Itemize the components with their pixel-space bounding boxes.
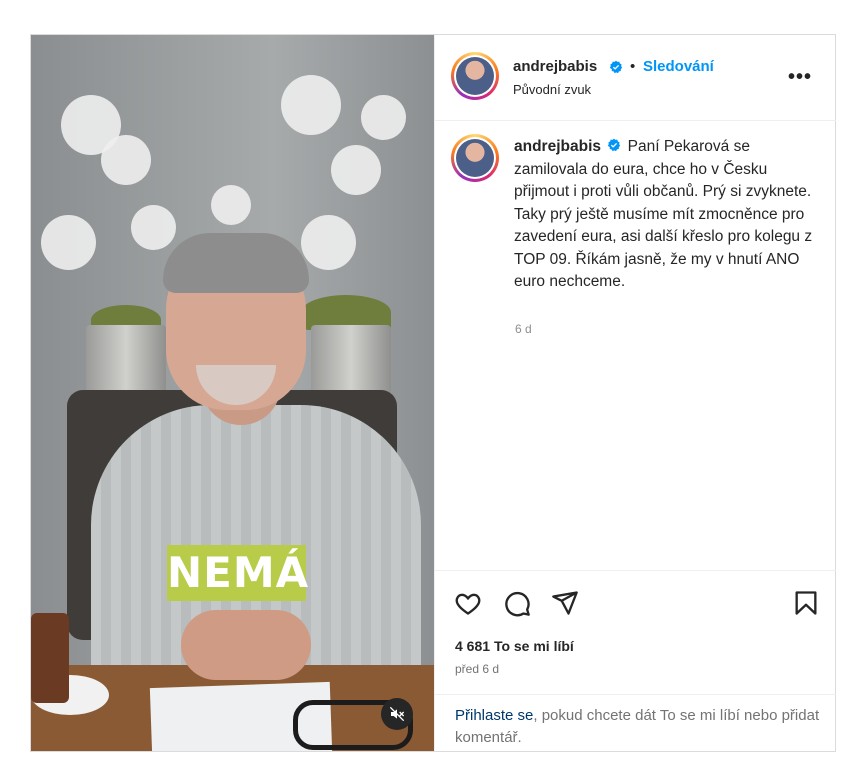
orchid-flower: [331, 145, 381, 195]
bookmark-icon: [795, 591, 817, 615]
more-options-icon[interactable]: •••: [788, 65, 816, 89]
share-button[interactable]: [550, 588, 580, 618]
caption-timestamp[interactable]: 6 d: [515, 322, 532, 336]
login-link[interactable]: Přihlaste se: [455, 707, 533, 724]
comment-icon: [505, 591, 530, 617]
hair: [163, 233, 309, 293]
caption-username[interactable]: andrejbabis: [514, 138, 601, 155]
post-caption: andrejbabis Paní Pekarová se zamilovala …: [514, 136, 819, 294]
post-details-panel: andrejbabis • Sledování Původní zvuk •••…: [434, 35, 836, 751]
hands: [181, 610, 311, 680]
post-video[interactable]: NEMÁ: [31, 35, 434, 751]
orchid-flower: [301, 215, 356, 270]
original-audio-link[interactable]: Původní zvuk: [513, 82, 591, 97]
coffee-mug: [31, 613, 69, 703]
orchid-flower: [131, 205, 176, 250]
orchid-flower: [211, 185, 251, 225]
post-timestamp[interactable]: před 6 d: [455, 662, 499, 676]
speaker-muted-icon: [389, 706, 405, 722]
comment-button[interactable]: [502, 588, 532, 618]
post-header: andrejbabis • Sledování Původní zvuk •••: [435, 35, 836, 121]
orchid-flower: [101, 135, 151, 185]
orchid-flower: [41, 215, 96, 270]
separator-dot: •: [630, 58, 636, 75]
verified-badge-icon: [608, 138, 621, 152]
instagram-post: NEMÁ andrejbabis • Sledování Původní zvu…: [30, 34, 836, 752]
likes-count[interactable]: 4 681 To se mi líbí: [455, 638, 574, 654]
action-bar: [435, 570, 836, 618]
comment-avatar[interactable]: [451, 134, 499, 182]
heart-icon: [455, 593, 481, 615]
video-caption-overlay: NEMÁ: [167, 545, 308, 601]
caption-text: Paní Pekarová se zamilovala do eura, chc…: [514, 138, 813, 290]
login-prompt: Přihlaste se, pokud chcete dát To se mi …: [435, 694, 836, 752]
mute-toggle-button[interactable]: [381, 698, 413, 730]
plant-pot: [311, 325, 391, 400]
share-icon: [552, 591, 578, 615]
orchid-flower: [281, 75, 341, 135]
following-button[interactable]: Sledování: [643, 58, 714, 75]
orchid-flower: [361, 95, 406, 140]
plant-pot: [86, 325, 166, 400]
verified-badge-icon: [609, 60, 623, 74]
header-username[interactable]: andrejbabis: [513, 58, 597, 75]
like-button[interactable]: [453, 588, 483, 618]
avatar[interactable]: [451, 52, 499, 100]
save-button[interactable]: [791, 588, 821, 618]
